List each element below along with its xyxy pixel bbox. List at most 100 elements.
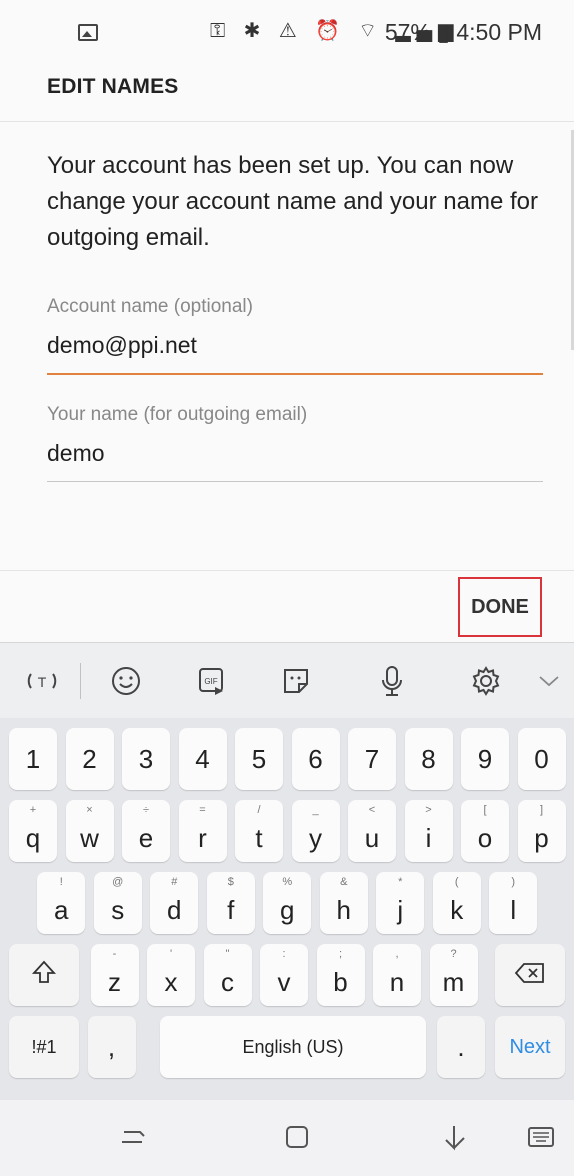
sticker-icon[interactable]: [276, 665, 316, 697]
key-p[interactable]: ] p: [517, 800, 566, 862]
emoji-icon[interactable]: [106, 665, 146, 697]
key-hint: @: [112, 876, 124, 888]
key-hint: *: [398, 876, 403, 888]
done-button[interactable]: DONE: [458, 577, 542, 637]
svg-text:GIF: GIF: [204, 677, 217, 686]
key-label: a: [54, 894, 69, 925]
key-k[interactable]: (k: [432, 872, 481, 934]
key-6[interactable]: 6: [291, 728, 340, 790]
key-hint: ]: [539, 804, 544, 816]
key-hint: >: [425, 804, 432, 816]
key-v[interactable]: :v: [260, 944, 308, 1006]
text-recognition-icon[interactable]: T: [22, 665, 62, 697]
key-7[interactable]: 7: [348, 728, 396, 790]
key-label: z: [108, 966, 121, 997]
comma-key[interactable]: ,: [87, 1016, 136, 1078]
key-5[interactable]: 5: [235, 728, 283, 790]
key-i[interactable]: > i: [404, 800, 453, 862]
edit-names-content: Your account has been set up. You can no…: [0, 122, 574, 570]
period-key[interactable]: .: [437, 1016, 485, 1078]
key-s[interactable]: @ s: [93, 872, 142, 934]
space-key[interactable]: English (US): [160, 1016, 426, 1078]
key-label: g: [280, 894, 295, 925]
key-hint: %: [282, 876, 293, 888]
key-a[interactable]: ! a: [37, 872, 86, 934]
key-label: 4: [195, 743, 210, 774]
key-u[interactable]: < u: [348, 800, 396, 862]
keyboard-switch-icon[interactable]: [526, 1122, 556, 1159]
key-label: 6: [308, 743, 323, 774]
recents-icon[interactable]: [118, 1122, 148, 1159]
key-label: j: [397, 894, 404, 925]
home-icon[interactable]: [282, 1122, 312, 1159]
next-key[interactable]: Next: [495, 1016, 565, 1078]
key-9[interactable]: 9: [461, 728, 509, 790]
key-m[interactable]: ? m: [429, 944, 478, 1006]
your-name-field[interactable]: Your name (for outgoing email) demo: [47, 404, 543, 484]
your-name-input[interactable]: demo: [47, 440, 543, 468]
key-d[interactable]: # d: [150, 872, 199, 934]
key-q[interactable]: + q: [9, 800, 57, 862]
back-icon[interactable]: [440, 1122, 470, 1159]
key-label: o: [477, 822, 493, 853]
key-4[interactable]: 4: [178, 728, 227, 790]
action-bar: DONE: [0, 570, 574, 642]
key-1[interactable]: 1: [9, 728, 57, 790]
key-hint: _: [312, 804, 319, 816]
key-w[interactable]: × w: [65, 800, 114, 862]
account-name-field[interactable]: Account name (optional) demo@ppi.net: [47, 296, 543, 376]
shift-key[interactable]: [9, 944, 79, 1006]
key-hint: ÷: [142, 804, 150, 816]
key-r[interactable]: = r: [178, 800, 227, 862]
key-hint: &: [340, 876, 348, 888]
page-title: EDIT NAMES: [47, 75, 179, 98]
keyboard-toolbar: T GIF: [0, 642, 574, 718]
key-hint: ×: [86, 804, 93, 816]
key-c[interactable]: " c: [203, 944, 252, 1006]
image-notification-icon: [78, 24, 98, 41]
symbols-key[interactable]: !#1: [9, 1016, 79, 1078]
key-b[interactable]: ; b: [316, 944, 365, 1006]
key-l[interactable]: ) l: [489, 872, 538, 934]
key-hint: ): [511, 876, 516, 888]
key-hint: ?: [450, 948, 457, 960]
key-hint: ;: [338, 948, 343, 960]
key-label: h: [336, 894, 351, 925]
gif-icon[interactable]: GIF: [192, 665, 232, 697]
key-3[interactable]: 3: [122, 728, 170, 790]
navigation-bar: [0, 1100, 574, 1176]
key-8[interactable]: 8: [404, 728, 453, 790]
collapse-icon[interactable]: [534, 665, 564, 697]
key-label: k: [450, 894, 464, 925]
key-f[interactable]: $ f: [206, 872, 255, 934]
key-label: ,: [107, 1031, 116, 1062]
key-n[interactable]: ,n: [373, 944, 421, 1006]
key-label: t: [255, 822, 263, 853]
key-hint: ,: [395, 948, 399, 960]
key-label: e: [138, 822, 154, 853]
account-name-underline: [47, 373, 543, 375]
key-label: 0: [534, 743, 549, 774]
key-t[interactable]: / t: [235, 800, 283, 862]
account-name-input[interactable]: demo@ppi.net: [47, 332, 543, 360]
key-label: !#1: [31, 1036, 57, 1057]
key-e[interactable]: ÷ e: [122, 800, 170, 862]
mic-icon[interactable]: [372, 665, 412, 697]
key-j[interactable]: * j: [376, 872, 425, 934]
key-o[interactable]: [o: [461, 800, 509, 862]
key-label: q: [25, 822, 41, 853]
backspace-key[interactable]: [495, 944, 565, 1006]
key-2[interactable]: 2: [65, 728, 114, 790]
key-hint: ': [169, 948, 173, 960]
key-hint: +: [29, 804, 37, 816]
key-x[interactable]: ' x: [147, 944, 195, 1006]
key-y[interactable]: _ y: [291, 800, 340, 862]
key-0[interactable]: 0: [517, 728, 566, 790]
key-g[interactable]: % g: [263, 872, 312, 934]
key-h[interactable]: & h: [319, 872, 368, 934]
shift-icon: [31, 959, 57, 992]
key-label: 5: [251, 743, 267, 774]
keyboard: 1 2 3 4 5 6 7 8 9 0 + q × w ÷ e = r / t _ y < u > i[o] p! a @ s # d $ f% g…: [0, 718, 574, 1100]
settings-icon[interactable]: [466, 665, 506, 697]
key-z[interactable]: -z: [90, 944, 139, 1006]
